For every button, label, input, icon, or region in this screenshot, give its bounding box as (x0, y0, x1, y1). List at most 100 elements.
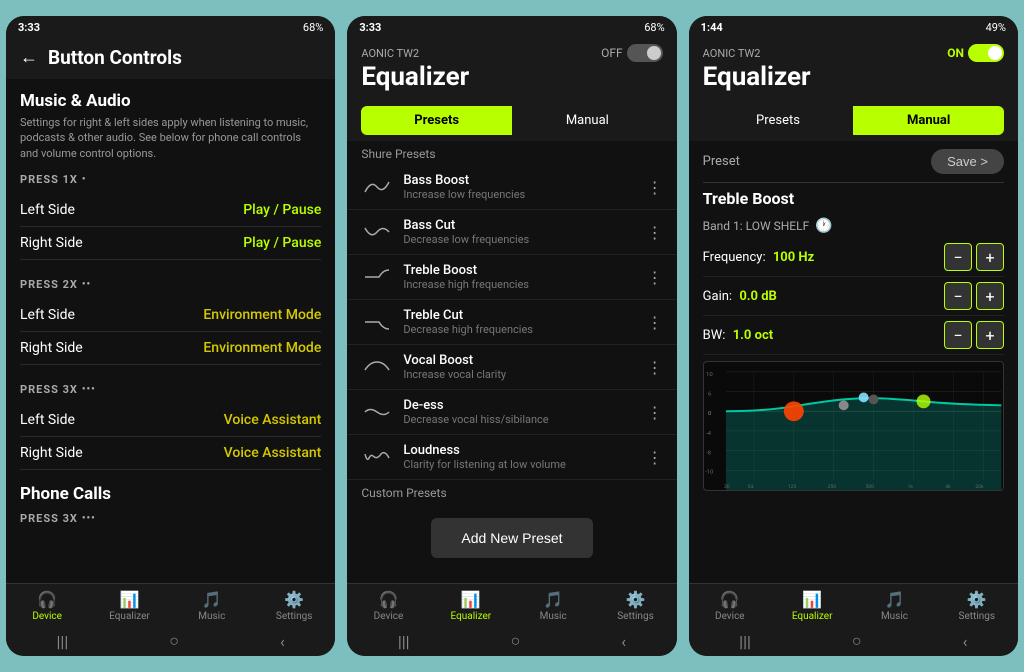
press3x-right-value[interactable]: Voice Assistant (224, 445, 322, 461)
back-gesture-1[interactable]: ||| (57, 632, 69, 651)
nav-device-1[interactable]: 🎧 Device (6, 590, 88, 622)
toggle-on-3[interactable]: ON (947, 44, 1004, 62)
home-gesture-2[interactable]: ○ (511, 631, 521, 651)
recent-gesture-2[interactable]: ‹ (621, 632, 626, 651)
preset-name-display: Treble Boost (703, 183, 1004, 214)
preset-menu-loudness[interactable]: ⋮ (647, 448, 663, 467)
preset-bass-boost[interactable]: Bass Boost Increase low frequencies ⋮ (347, 165, 676, 210)
tab-presets-2[interactable]: Presets (361, 106, 512, 135)
preset-menu-bass-boost[interactable]: ⋮ (647, 178, 663, 197)
music-icon-3: 🎵 (885, 590, 905, 609)
preset-menu-treble-cut[interactable]: ⋮ (647, 313, 663, 332)
vocal-boost-icon (361, 358, 393, 376)
preset-loudness[interactable]: Loudness Clarity for listening at low vo… (347, 435, 676, 480)
tab-manual-3[interactable]: Manual (853, 106, 1004, 135)
toggle-off-2[interactable]: OFF (601, 44, 663, 62)
preset-bass-cut[interactable]: Bass Cut Decrease low frequencies ⋮ (347, 210, 676, 255)
gain-plus-btn[interactable]: + (976, 282, 1004, 310)
svg-text:20k: 20k (975, 484, 984, 490)
press2x-right-label: Right Side (20, 340, 83, 356)
phone-calls-title: Phone Calls (20, 484, 321, 504)
tab-bar-3: Presets Manual (703, 106, 1004, 135)
eq-curve-svg: 10 6 0 -4 -8 -10 20 63 125 250 500 1k 4k (704, 362, 1003, 490)
press3x-left-row: Left Side Voice Assistant (20, 404, 321, 437)
screen1: ← Button Controls Music & Audio Settings… (6, 38, 335, 656)
preset-menu-bass-cut[interactable]: ⋮ (647, 223, 663, 242)
status-bar-3: 1:44 49% (689, 16, 1018, 38)
press1x-left-value[interactable]: Play / Pause (243, 202, 321, 218)
freq-minus-btn[interactable]: − (944, 243, 972, 271)
treble-boost-icon (361, 268, 393, 286)
music-icon-1: 🎵 (202, 590, 222, 609)
svg-text:-8: -8 (706, 450, 712, 457)
treble-cut-icon (361, 313, 393, 331)
press1x-right-label: Right Side (20, 235, 83, 251)
toggle-switch-2[interactable] (627, 44, 663, 62)
de-ess-icon (361, 403, 393, 421)
bw-plus-btn[interactable]: + (976, 321, 1004, 349)
press2x-right-value[interactable]: Environment Mode (203, 340, 321, 356)
eq-header-row-2: AONIC TW2 OFF (361, 44, 662, 62)
preset-menu-vocal-boost[interactable]: ⋮ (647, 358, 663, 377)
home-gesture-3[interactable]: ○ (852, 631, 862, 651)
battery-1: 68% (303, 21, 323, 34)
preset-de-ess[interactable]: De-ess Decrease vocal hiss/sibilance ⋮ (347, 390, 676, 435)
nav-device-2[interactable]: 🎧 Device (347, 590, 429, 622)
music-section-desc: Settings for right & left sides apply wh… (20, 115, 321, 161)
brand-3: AONIC TW2 (703, 47, 761, 60)
phone3: 1:44 49% AONIC TW2 ON Equalizer Presets … (689, 16, 1018, 656)
phones-container: 3:33 68% ← Button Controls Music & Audio… (0, 0, 1024, 672)
frequency-label: Frequency: 100 Hz (703, 250, 815, 265)
bass-cut-icon (361, 223, 393, 241)
preset-row: Preset Save > (703, 141, 1004, 183)
preset-menu-treble-boost[interactable]: ⋮ (647, 268, 663, 287)
back-gesture-3[interactable]: ||| (739, 632, 751, 651)
press2x-right-row: Right Side Environment Mode (20, 332, 321, 365)
nav-equalizer-3[interactable]: 📊 Equalizer (771, 590, 853, 622)
battery-2: 68% (644, 21, 664, 34)
bw-minus-btn[interactable]: − (944, 321, 972, 349)
nav-settings-3[interactable]: ⚙️ Settings (936, 590, 1018, 622)
preset-vocal-boost[interactable]: Vocal Boost Increase vocal clarity ⋮ (347, 345, 676, 390)
time-3: 1:44 (701, 21, 723, 34)
press3x-right-label: Right Side (20, 445, 83, 461)
recent-gesture-1[interactable]: ‹ (280, 632, 285, 651)
nav-music-2[interactable]: 🎵 Music (512, 590, 594, 622)
custom-presets-label: Custom Presets (347, 480, 676, 504)
tab-presets-3[interactable]: Presets (703, 106, 854, 135)
nav-device-3[interactable]: 🎧 Device (689, 590, 771, 622)
bw-row: BW: 1.0 oct − + (703, 316, 1004, 355)
toggle-switch-3[interactable] (968, 44, 1004, 62)
recent-gesture-3[interactable]: ‹ (963, 632, 968, 651)
back-gesture-2[interactable]: ||| (398, 632, 410, 651)
nav-music-3[interactable]: 🎵 Music (853, 590, 935, 622)
home-gesture-1[interactable]: ○ (169, 631, 179, 651)
press2x-left-value[interactable]: Environment Mode (203, 307, 321, 323)
freq-plus-btn[interactable]: + (976, 243, 1004, 271)
back-arrow[interactable]: ← (20, 47, 38, 68)
nav-settings-2[interactable]: ⚙️ Settings (594, 590, 676, 622)
save-button[interactable]: Save > (931, 149, 1004, 174)
page-title: Button Controls (48, 46, 182, 69)
add-preset-button[interactable]: Add New Preset (431, 518, 592, 558)
settings-icon-1: ⚙️ (284, 590, 304, 609)
phone3-body: Preset Save > Treble Boost Band 1: LOW S… (689, 141, 1018, 583)
phone2: 3:33 68% AONIC TW2 OFF Equalizer Presets… (347, 16, 676, 656)
press1x-right-value[interactable]: Play / Pause (243, 235, 321, 251)
svg-text:4k: 4k (945, 484, 951, 490)
nav-equalizer-2[interactable]: 📊 Equalizer (430, 590, 512, 622)
nav-settings-1[interactable]: ⚙️ Settings (253, 590, 335, 622)
press3x-left-value[interactable]: Voice Assistant (224, 412, 322, 428)
gain-minus-btn[interactable]: − (944, 282, 972, 310)
preset-menu-de-ess[interactable]: ⋮ (647, 403, 663, 422)
nav-equalizer-1[interactable]: 📊 Equalizer (88, 590, 170, 622)
svg-text:250: 250 (827, 484, 836, 490)
preset-treble-boost[interactable]: Treble Boost Increase high frequencies ⋮ (347, 255, 676, 300)
settings-icon-3: ⚙️ (967, 590, 987, 609)
equalizer-title-3: Equalizer (703, 62, 811, 92)
phone2-body: Shure Presets Bass Boost Increase low fr… (347, 141, 676, 583)
preset-treble-cut[interactable]: Treble Cut Decrease high frequencies ⋮ (347, 300, 676, 345)
press3x-right-row: Right Side Voice Assistant (20, 437, 321, 470)
tab-manual-2[interactable]: Manual (512, 106, 663, 135)
nav-music-1[interactable]: 🎵 Music (171, 590, 253, 622)
